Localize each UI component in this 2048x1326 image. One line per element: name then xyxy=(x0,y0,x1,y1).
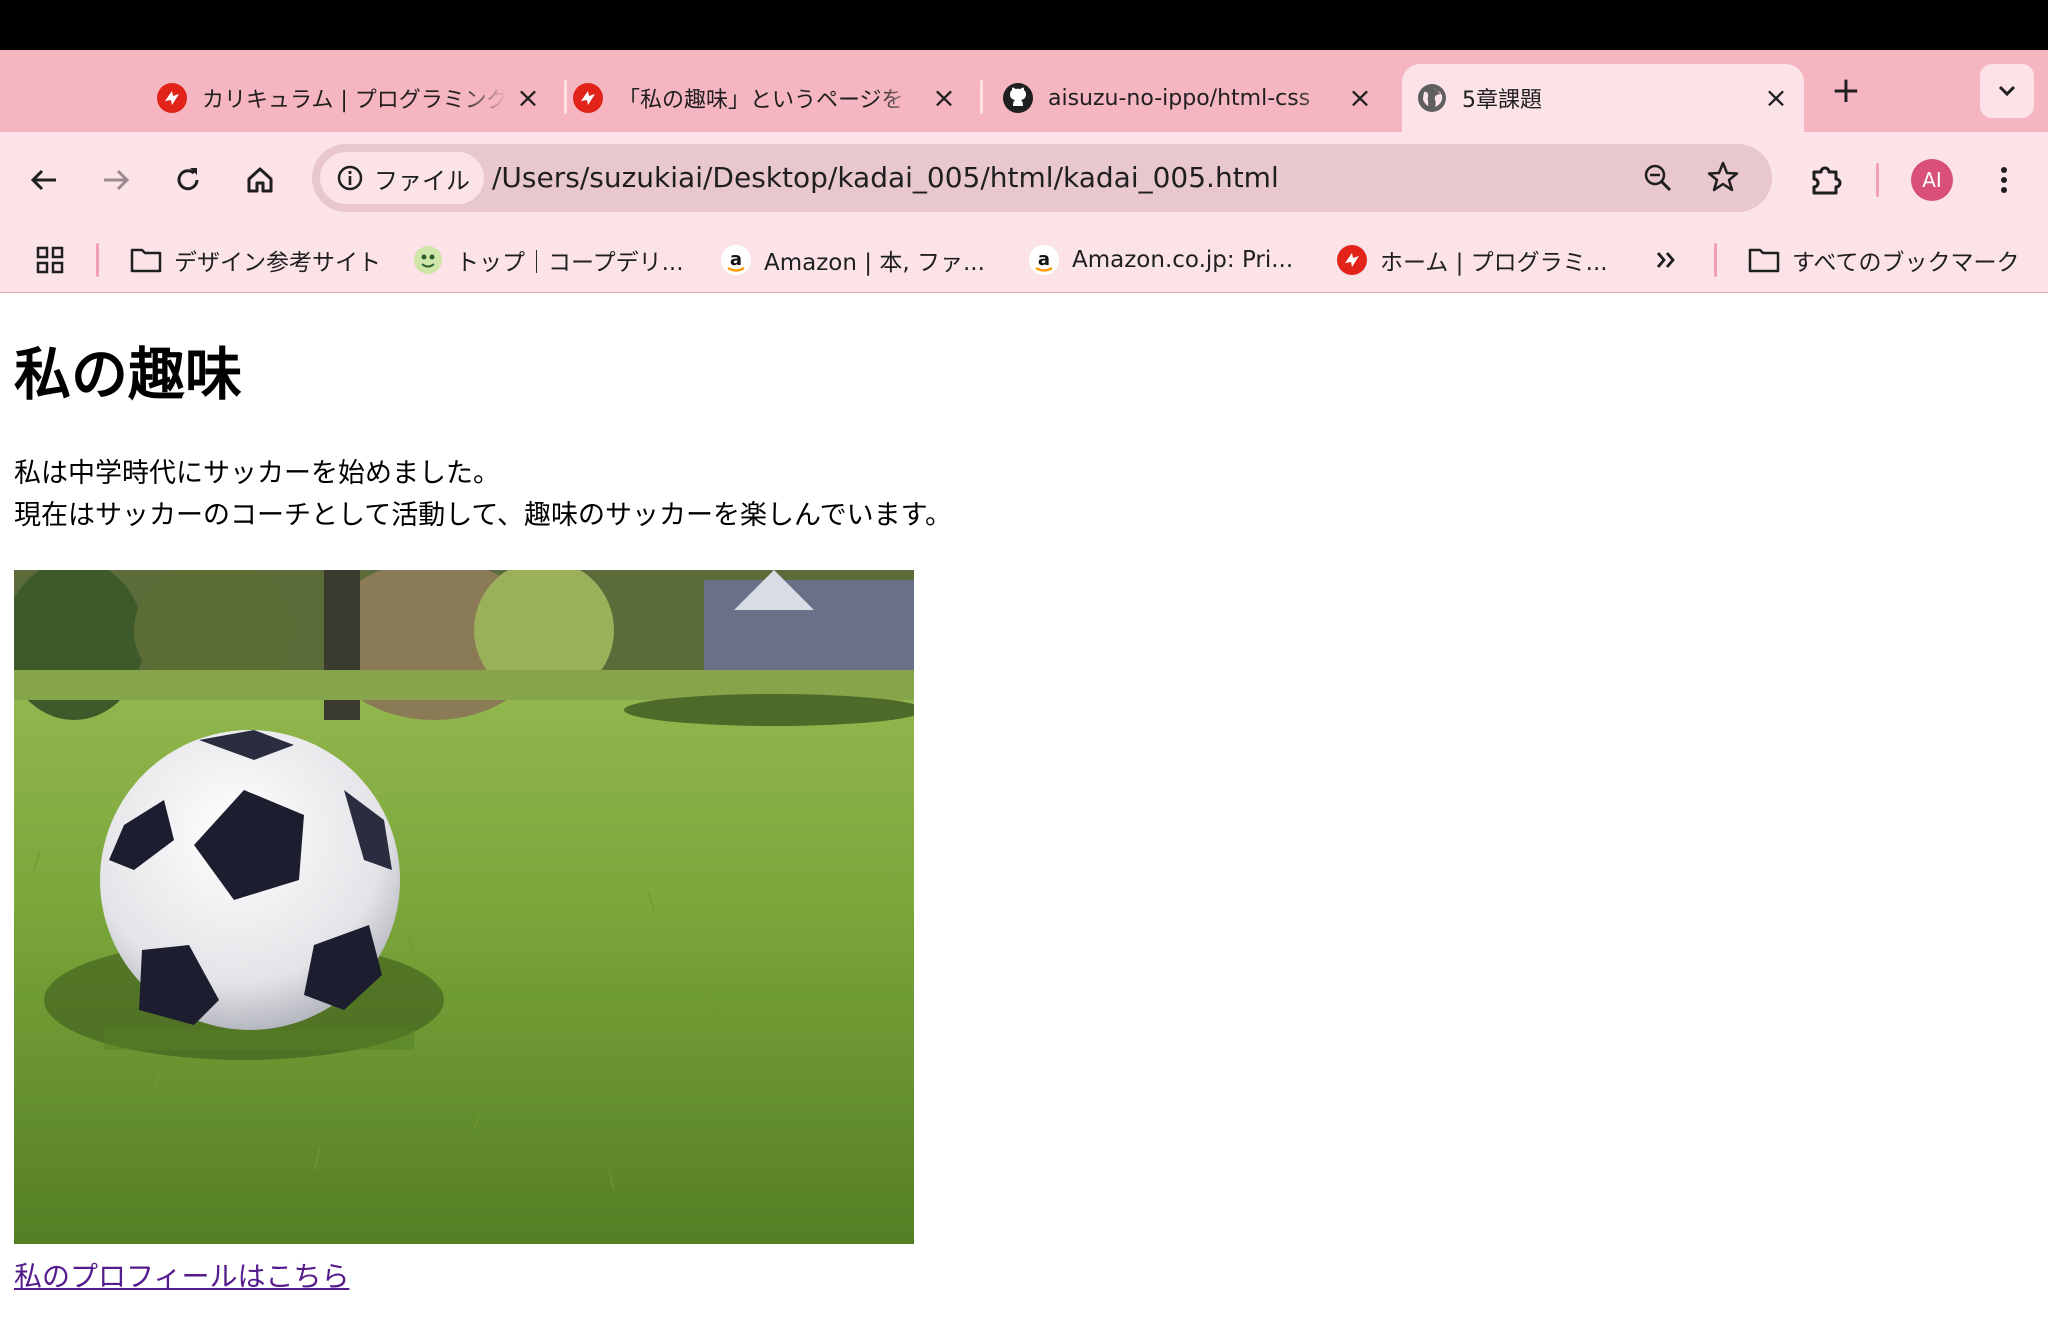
intro-line-1: 私は中学時代にサッカーを始めました。 xyxy=(14,458,500,489)
svg-text:a: a xyxy=(730,249,742,270)
url-text[interactable]: /Users/suzukiai/Desktop/kadai_005/html/k… xyxy=(492,144,1279,212)
svg-text:a: a xyxy=(1038,249,1050,270)
bookmark-star-icon[interactable] xyxy=(1706,160,1740,198)
tab-title: 5章課題 xyxy=(1462,88,1542,113)
bookmark-label: Amazon | 本, ファ... xyxy=(764,250,985,276)
close-tab-icon[interactable]: × xyxy=(1346,84,1374,112)
samurai-logo-icon xyxy=(1336,244,1368,276)
new-tab-button[interactable]: + xyxy=(1826,72,1866,112)
coop-logo-icon xyxy=(412,244,444,276)
samurai-logo-icon xyxy=(572,82,604,114)
info-icon xyxy=(337,165,363,191)
profile-link[interactable]: 私のプロフィールはこちら xyxy=(14,1255,349,1295)
bookmark-amazon-prime[interactable]: a Amazon.co.jp: Pri... xyxy=(1028,238,1293,282)
tab-title: 「私の趣味」というページを xyxy=(618,88,904,113)
tab-github[interactable]: aisuzu-no-ippo/html-css × xyxy=(988,64,1388,132)
globe-icon xyxy=(1416,82,1448,114)
tab-active-chapter5[interactable]: 5章課題 × xyxy=(1402,64,1804,132)
arrow-right-icon xyxy=(104,169,130,191)
close-tab-icon[interactable]: × xyxy=(930,84,958,112)
site-info-label: ファイル xyxy=(374,166,470,195)
bookmarks-bar: デザイン参考サイト トップ｜コープデリ... a Amazon | 本, ファ.… xyxy=(0,228,2048,293)
chevron-double-right-icon xyxy=(1656,252,1675,268)
tab-title: カリキュラム | プログラミング xyxy=(202,88,506,113)
bookmark-label: トップ｜コープデリ... xyxy=(456,250,684,276)
avatar: AI xyxy=(1911,159,1953,201)
bookmark-coop[interactable]: トップ｜コープデリ... xyxy=(412,238,684,282)
puzzle-icon xyxy=(1812,166,1842,195)
tab-search-button[interactable] xyxy=(1980,64,2034,118)
tab-divider xyxy=(564,80,567,114)
bookmark-samurai-home[interactable]: ホーム | プログラミ... xyxy=(1336,238,1608,282)
bookmark-label: デザイン参考サイト xyxy=(174,250,381,276)
intro-paragraph: 私は中学時代にサッカーを始めました。現在はサッカーのコーチとして活動して、趣味の… xyxy=(14,453,952,537)
bookmark-amazon-books[interactable]: a Amazon | 本, ファ... xyxy=(720,238,985,282)
amazon-icon: a xyxy=(720,244,752,276)
samurai-logo-icon xyxy=(156,82,188,114)
tab-divider xyxy=(980,80,983,114)
more-vertical-icon xyxy=(2001,167,2007,193)
bookmark-label: すべてのブックマーク xyxy=(1792,250,2020,276)
home-button[interactable] xyxy=(236,156,284,204)
toolbar-divider xyxy=(1876,163,1879,197)
tab-hobby-page[interactable]: 「私の趣味」というページを × xyxy=(572,64,972,132)
bookmark-label: ホーム | プログラミ... xyxy=(1380,250,1608,276)
page-content: 私の趣味 私は中学時代にサッカーを始めました。現在はサッカーのコーチとして活動し… xyxy=(0,293,2048,1326)
profile-button[interactable]: AI xyxy=(1908,156,1956,204)
home-icon xyxy=(247,167,273,193)
all-bookmarks-folder[interactable]: すべてのブックマーク xyxy=(1748,238,2019,282)
bookmarks-divider xyxy=(96,243,99,277)
tab-title: aisuzu-no-ippo/html-css xyxy=(1048,85,1311,111)
zoom-icon[interactable] xyxy=(1642,162,1674,198)
reload-button[interactable] xyxy=(164,156,212,204)
folder-icon xyxy=(130,244,162,276)
os-menu-bar xyxy=(0,0,2048,50)
bookmarks-divider xyxy=(1714,243,1717,277)
intro-line-2: 現在はサッカーのコーチとして活動して、趣味のサッカーを楽しんでいます。 xyxy=(14,500,952,531)
arrow-left-icon xyxy=(30,169,56,191)
bookmarks-overflow-button[interactable] xyxy=(1652,238,1680,282)
apps-button[interactable] xyxy=(34,238,66,282)
browser-chrome: カリキュラム | プログラミング × 「私の趣味」というページを × aisuz… xyxy=(0,50,2048,293)
chevron-down-icon xyxy=(1998,85,2016,97)
back-button[interactable] xyxy=(20,156,68,204)
tab-curriculum[interactable]: カリキュラム | プログラミング × xyxy=(156,64,556,132)
amazon-icon: a xyxy=(1028,244,1060,276)
close-tab-icon[interactable]: × xyxy=(514,84,542,112)
reload-icon xyxy=(177,168,199,191)
bookmark-design-folder[interactable]: デザイン参考サイト xyxy=(130,238,381,282)
tab-strip: カリキュラム | プログラミング × 「私の趣味」というページを × aisuz… xyxy=(0,50,2048,132)
apps-grid-icon xyxy=(36,246,64,274)
soccer-ball-photo xyxy=(14,570,914,1244)
menu-button[interactable] xyxy=(1980,156,2028,204)
close-tab-icon[interactable]: × xyxy=(1762,84,1790,112)
address-bar[interactable]: ファイル /Users/suzukiai/Desktop/kadai_005/h… xyxy=(312,144,1772,212)
site-info-chip[interactable]: ファイル xyxy=(320,152,484,204)
toolbar: ファイル /Users/suzukiai/Desktop/kadai_005/h… xyxy=(0,132,2048,228)
page-title: 私の趣味 xyxy=(14,342,242,408)
bookmark-label: Amazon.co.jp: Pri... xyxy=(1072,247,1294,273)
forward-button[interactable] xyxy=(92,156,140,204)
folder-icon xyxy=(1748,244,1780,276)
github-icon xyxy=(1002,82,1034,114)
extensions-button[interactable] xyxy=(1802,156,1850,204)
